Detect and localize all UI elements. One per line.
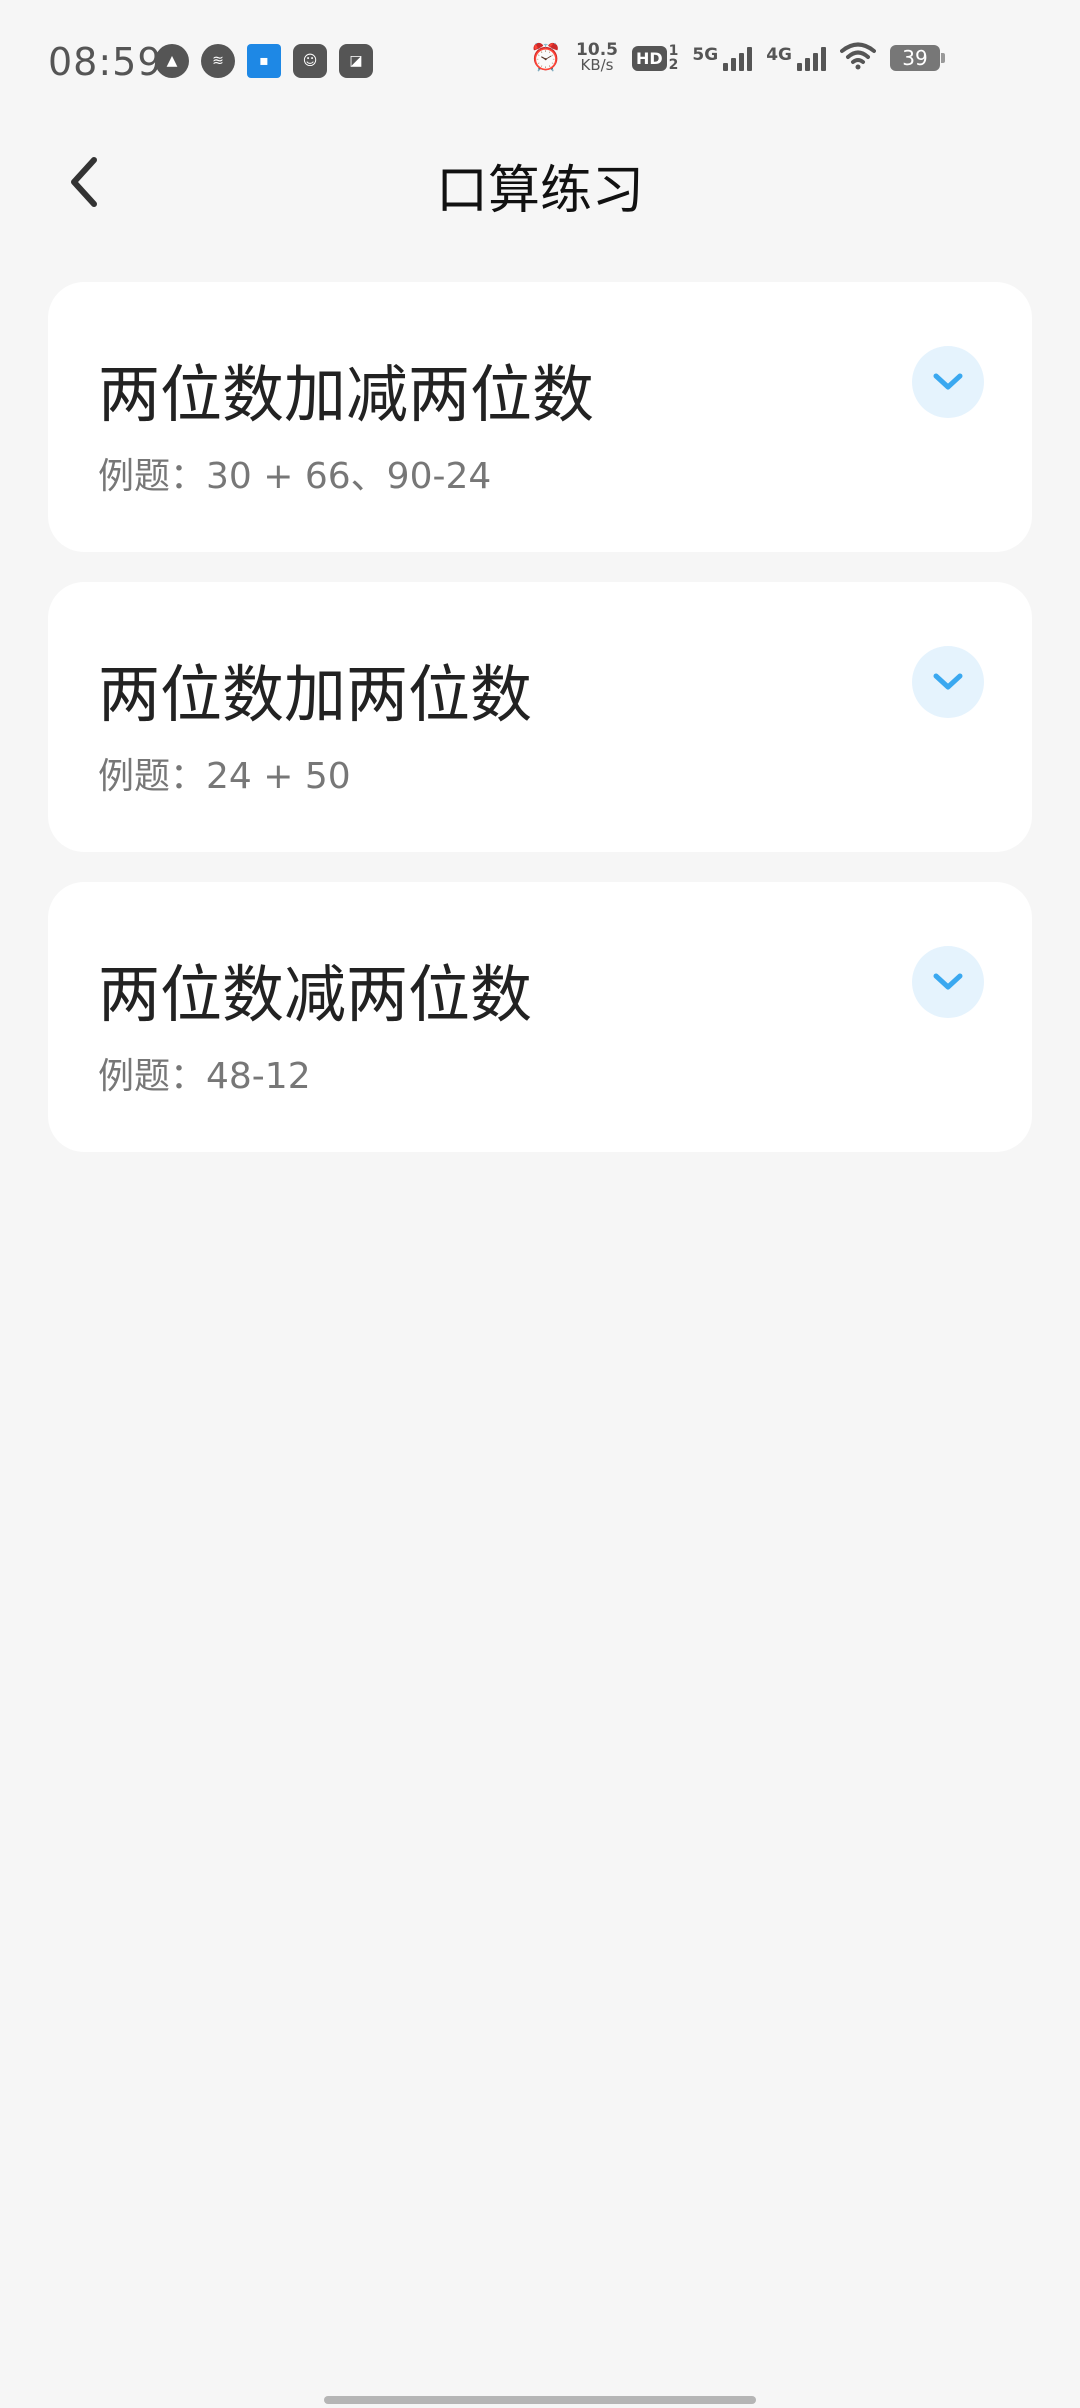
chevron-down-icon [933,373,963,390]
status-bar: 08:59 ▲ ≋ ▪ ☺ ◪ ⏰ 10.5 KB/s HD 1 2 5G 4G [0,0,1080,128]
card-title: 两位数加减两位数 [98,358,595,431]
page-title: 口算练习 [435,161,644,221]
card-example: 例题：30 + 66、90-24 [98,456,492,497]
mountain-app-icon: ▲ [155,44,189,78]
card-title: 两位数减两位数 [98,958,533,1031]
blue-app-icon: ▪ [247,44,281,78]
practice-card[interactable]: 两位数加两位数 例题：24 + 50 [48,582,1032,852]
chevron-down-icon [933,973,963,990]
image-app-icon: ◪ [339,44,373,78]
hd-voice-icon: HD 1 2 [631,44,678,72]
practice-card[interactable]: 两位数减两位数 例题：48-12 [48,882,1032,1152]
alarm-icon: ⏰ [529,43,563,73]
signal-5g-icon: 5G [692,45,753,71]
system-icons: ⏰ 10.5 KB/s HD 1 2 5G 4G 39 [529,40,945,74]
expand-button[interactable] [912,646,984,718]
practice-list: 两位数加减两位数 例题：30 + 66、90-24 两位数加两位数 例题：24 … [48,282,1032,1182]
stack-app-icon: ≋ [201,44,235,78]
card-example: 例题：48-12 [98,1056,311,1097]
app-header: 口算练习 [0,130,1080,230]
expand-button[interactable] [912,946,984,1018]
card-example: 例题：24 + 50 [98,756,351,797]
practice-card[interactable]: 两位数加减两位数 例题：30 + 66、90-24 [48,282,1032,552]
robot-app-icon: ☺ [293,44,327,78]
notification-icons: ▲ ≋ ▪ ☺ ◪ [155,44,373,78]
card-title: 两位数加两位数 [98,658,533,731]
signal-4g-icon: 4G [766,45,826,71]
expand-button[interactable] [912,346,984,418]
home-indicator[interactable] [324,2396,756,2404]
status-time: 08:59 [48,40,163,84]
network-speed: 10.5 KB/s [576,40,618,74]
chevron-down-icon [933,673,963,690]
wifi-icon [840,42,876,74]
battery-icon: 39 [890,45,945,71]
